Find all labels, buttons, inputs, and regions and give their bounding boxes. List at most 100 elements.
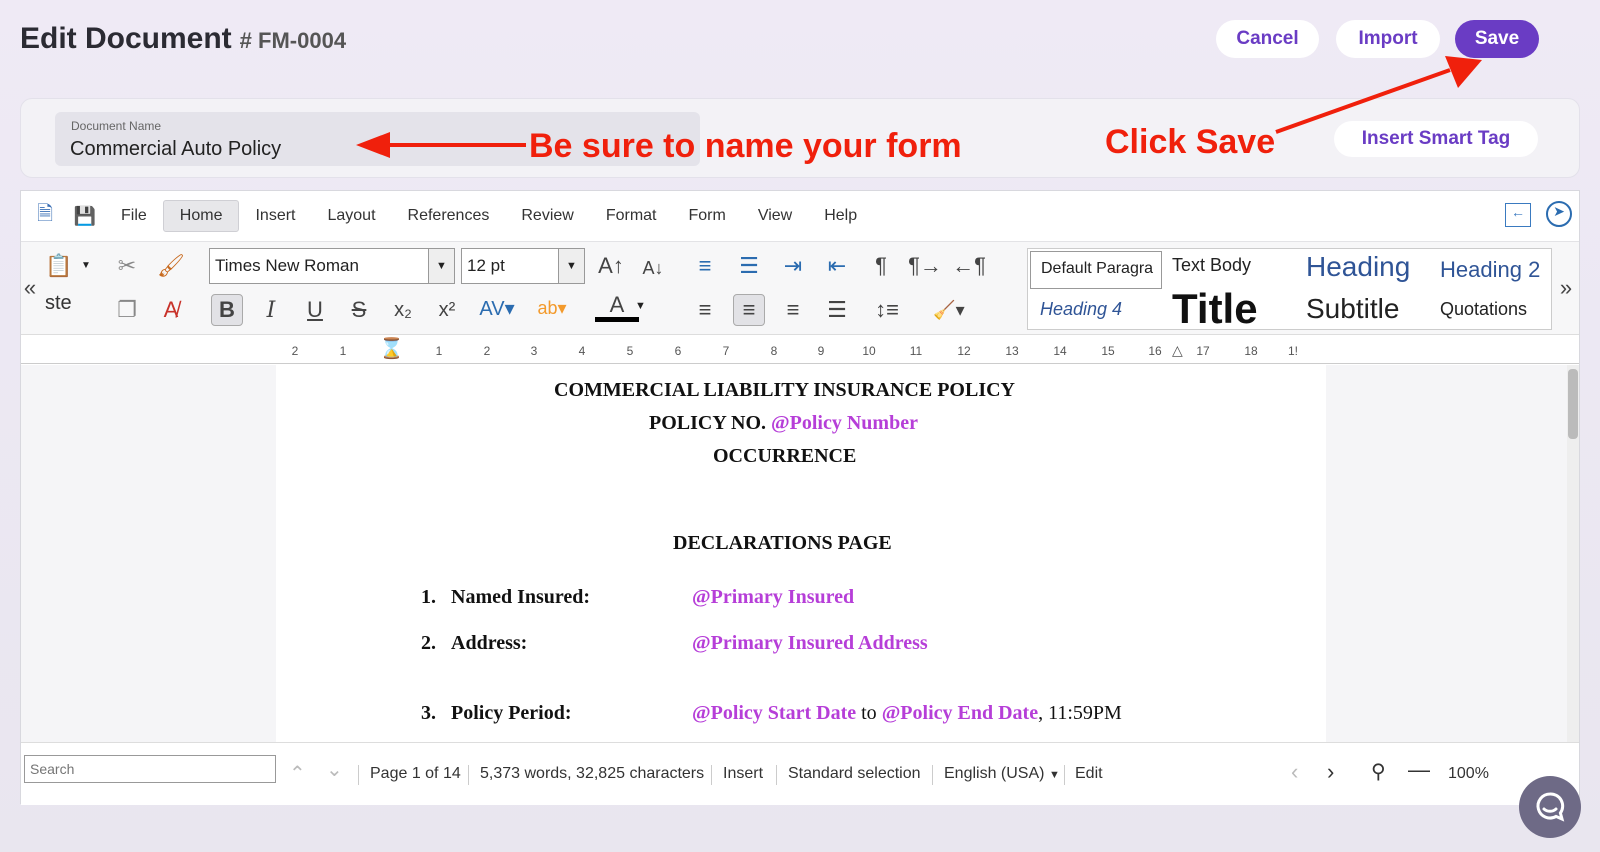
search-input[interactable]: [24, 755, 276, 783]
scroll-next-icon[interactable]: ›: [1327, 759, 1334, 785]
font-color-dropdown-icon[interactable]: ▼: [635, 300, 646, 312]
menu-view[interactable]: View: [742, 200, 808, 232]
menu-format[interactable]: Format: [590, 200, 673, 232]
style-heading[interactable]: Heading: [1306, 251, 1424, 283]
right-indent-marker-icon[interactable]: △: [1172, 342, 1183, 359]
bullet-list-icon[interactable]: ≡: [689, 250, 721, 282]
cut-icon[interactable]: ✂: [111, 250, 143, 282]
policy-period-value[interactable]: @Policy Start Date to @Policy End Date, …: [692, 702, 1122, 725]
multilevel-list-icon[interactable]: ⇥: [777, 250, 809, 282]
show-formatting-icon[interactable]: ¶: [865, 250, 897, 282]
menu-review[interactable]: Review: [505, 200, 589, 232]
superscript-icon[interactable]: x²: [431, 294, 463, 326]
menu-layout[interactable]: Layout: [311, 200, 391, 232]
menu-file[interactable]: File: [105, 200, 163, 232]
menu-references[interactable]: References: [392, 200, 506, 232]
menu-help[interactable]: Help: [808, 200, 873, 232]
doc-title[interactable]: COMMERCIAL LIABILITY INSURANCE POLICY: [554, 379, 1015, 402]
primary-insured-address-tag[interactable]: @Primary Insured Address: [692, 632, 928, 655]
decrease-indent-icon[interactable]: ⇤: [821, 250, 853, 282]
align-center-icon[interactable]: ≡: [733, 294, 765, 326]
ruler-tick: 2: [483, 344, 491, 358]
address-label[interactable]: Address:: [451, 632, 527, 655]
named-insured-label[interactable]: Named Insured:: [451, 586, 590, 609]
shading-icon[interactable]: 🧹▾: [921, 294, 977, 326]
menu-bar: 🗎 💾 File Home Insert Layout References R…: [21, 191, 1579, 241]
next-result-icon[interactable]: ⌄: [326, 757, 343, 782]
paste-icon[interactable]: 📋: [43, 250, 75, 282]
shrink-font-icon[interactable]: A↓: [637, 252, 669, 284]
document-icon[interactable]: 🗎: [25, 199, 65, 233]
subscript-icon[interactable]: x₂: [387, 294, 419, 326]
policy-number-tag[interactable]: @Policy Number: [771, 412, 918, 434]
language-select[interactable]: English (USA) ▼: [944, 765, 1060, 783]
document-area[interactable]: COMMERCIAL LIABILITY INSURANCE POLICY PO…: [21, 365, 1579, 742]
style-heading-2[interactable]: Heading 2: [1440, 257, 1540, 283]
ltr-paragraph-icon[interactable]: ¶→: [908, 250, 942, 282]
font-color-icon[interactable]: A: [595, 292, 639, 322]
zoom-out-icon[interactable]: —: [1408, 757, 1430, 783]
ruler-tick: 3: [530, 344, 538, 358]
paste-label[interactable]: ste: [45, 292, 72, 315]
underline-icon[interactable]: U: [299, 294, 331, 326]
chat-support-button[interactable]: [1519, 776, 1581, 838]
clear-formatting-icon[interactable]: A̸: [155, 294, 187, 326]
line-spacing-icon[interactable]: ↕≡: [865, 294, 909, 326]
declarations-heading[interactable]: DECLARATIONS PAGE: [673, 532, 892, 555]
font-family-select[interactable]: Times New Roman ▼: [209, 248, 455, 284]
ruler-tick: 5: [626, 344, 634, 358]
menu-form[interactable]: Form: [673, 200, 742, 232]
numbered-list-icon[interactable]: ☰: [733, 250, 765, 282]
font-size-select[interactable]: 12 pt ▼: [461, 248, 585, 284]
insert-mode[interactable]: Insert: [723, 765, 763, 783]
scroll-right-icon[interactable]: »: [1557, 272, 1575, 304]
style-quotations[interactable]: Quotations: [1440, 299, 1527, 320]
chevron-down-icon[interactable]: ▼: [428, 249, 454, 283]
chevron-down-icon[interactable]: ▼: [558, 249, 584, 283]
occurrence-heading[interactable]: OCCURRENCE: [713, 445, 856, 468]
style-default-paragraph[interactable]: Default Paragra: [1030, 251, 1162, 289]
style-subtitle[interactable]: Subtitle: [1306, 293, 1399, 325]
align-left-icon[interactable]: ≡: [689, 294, 721, 326]
edit-mode[interactable]: Edit: [1075, 765, 1103, 783]
page-indicator[interactable]: Page 1 of 14: [370, 765, 461, 783]
scrollbar-thumb[interactable]: [1568, 369, 1578, 439]
save-hint-annotation: Click Save: [1105, 123, 1276, 161]
style-heading-4[interactable]: Heading 4: [1040, 299, 1122, 320]
highlight-color-icon[interactable]: ab▾: [529, 292, 575, 324]
copy-icon[interactable]: ❐: [111, 294, 143, 326]
bold-icon[interactable]: B: [211, 294, 243, 326]
character-spacing-icon[interactable]: AV▾: [475, 292, 519, 324]
menu-insert[interactable]: Insert: [239, 200, 311, 232]
policy-start-date-tag[interactable]: @Policy Start Date: [692, 702, 856, 724]
policy-period-label[interactable]: Policy Period:: [451, 702, 572, 725]
style-title[interactable]: Title: [1172, 285, 1258, 333]
policy-number-line[interactable]: POLICY NO. @Policy Number: [649, 412, 918, 435]
previous-result-icon[interactable]: ⌃: [289, 761, 306, 786]
strikethrough-icon[interactable]: S: [343, 294, 375, 326]
italic-icon[interactable]: I: [255, 294, 287, 326]
indent-marker-icon[interactable]: ⌛: [379, 338, 404, 360]
save-icon[interactable]: 💾: [65, 206, 105, 227]
navigation-compass-icon[interactable]: ➤: [1546, 201, 1572, 227]
scroll-prev-icon[interactable]: ‹: [1291, 759, 1298, 785]
zoom-level[interactable]: 100%: [1448, 765, 1489, 783]
grow-font-icon[interactable]: A↑: [595, 250, 627, 282]
style-text-body[interactable]: Text Body: [1172, 255, 1251, 276]
ruler[interactable]: 2 1 ⌛ 1 2 3 4 5 6 7 8 9 10 11 12 13 14 1…: [21, 336, 1579, 364]
policy-end-date-tag[interactable]: @Policy End Date: [882, 702, 1038, 724]
rtl-paragraph-icon[interactable]: ←¶: [952, 250, 986, 282]
collapse-ribbon-icon[interactable]: ←: [1505, 203, 1531, 227]
divider: [1064, 765, 1065, 785]
zoom-icon[interactable]: ⚲: [1371, 759, 1386, 784]
vertical-scrollbar[interactable]: [1567, 365, 1579, 742]
menu-home[interactable]: Home: [162, 200, 240, 232]
justify-icon[interactable]: ☰: [821, 294, 853, 326]
align-right-icon[interactable]: ≡: [777, 294, 809, 326]
scroll-left-icon[interactable]: «: [21, 272, 39, 304]
document-page[interactable]: COMMERCIAL LIABILITY INSURANCE POLICY PO…: [276, 365, 1326, 742]
paste-dropdown-icon[interactable]: ▼: [81, 260, 91, 271]
format-painter-icon[interactable]: 🖌: [155, 250, 187, 282]
selection-mode[interactable]: Standard selection: [788, 765, 921, 783]
primary-insured-tag[interactable]: @Primary Insured: [692, 586, 854, 609]
